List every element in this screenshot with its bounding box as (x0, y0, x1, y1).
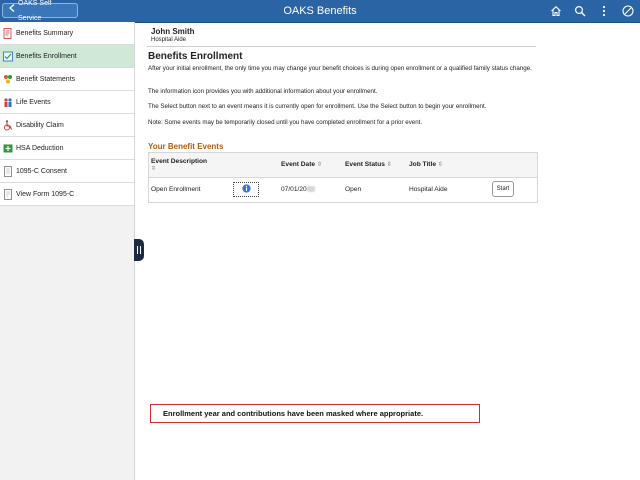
hsa-icon (3, 142, 13, 154)
job-title-cell: Hospital Aide (409, 186, 448, 193)
info-icon (241, 184, 251, 195)
home-icon[interactable] (550, 5, 562, 17)
actions-menu-icon[interactable] (598, 5, 610, 17)
chevron-left-icon (9, 3, 15, 18)
sidebar-item-label: Benefit Statements (16, 75, 76, 83)
info-button[interactable] (233, 182, 259, 197)
benefits-enrollment-icon (3, 50, 13, 62)
sort-icon: ⇳ (316, 162, 322, 168)
start-button[interactable]: Start (492, 181, 514, 197)
sort-icon: ⇳ (386, 162, 392, 168)
note-paragraph: Note: Some events may be temporarily clo… (148, 119, 423, 126)
info-paragraph: The information icon provides you with a… (148, 88, 378, 95)
app-title: OAKS Benefits (283, 5, 357, 17)
section-title: Your Benefit Events (148, 142, 224, 151)
person-job-title: Hospital Aide (151, 37, 187, 43)
disability-icon (3, 119, 13, 131)
event-description: Open Enrollment (151, 186, 201, 193)
event-date: 07/01/20 (281, 186, 315, 193)
sidebar-item-label: View Form 1095-C (16, 190, 75, 198)
divider (147, 46, 536, 47)
form-icon (3, 188, 13, 200)
events-table: Event Description ⇳ Event Date ⇳ Event S… (148, 152, 538, 203)
page-title: Benefits Enrollment (148, 51, 243, 62)
table-header: Event Description ⇳ Event Date ⇳ Event S… (149, 153, 537, 178)
person-banner: John Smith Hospital Aide (145, 22, 540, 43)
select-paragraph: The Select button next to an event means… (148, 103, 487, 110)
sidebar-nav: Benefits Summary Benefits Enrollment Ben… (0, 22, 135, 480)
event-status: Open (345, 186, 362, 193)
sidebar-item-label: 1095-C Consent (16, 167, 67, 175)
life-events-icon (3, 96, 13, 108)
sidebar-item-life-events[interactable]: Life Events (0, 91, 134, 114)
col-header-description[interactable]: Event Description ⇳ (151, 158, 207, 172)
search-icon[interactable] (574, 5, 586, 17)
sort-icon: ⇳ (151, 166, 157, 172)
sidebar-item-label: Life Events (16, 98, 51, 106)
sidebar-item-hsa-deduction[interactable]: HSA Deduction (0, 137, 134, 160)
table-row: Open Enrollment 07/01/20 Open Hospital A… (149, 178, 537, 202)
sidebar-item-benefits-enrollment[interactable]: Benefits Enrollment (0, 45, 134, 68)
sidebar-item-label: Disability Claim (16, 121, 64, 129)
col-header-job-title[interactable]: Job Title ⇳ (409, 161, 443, 168)
person-name: John Smith (151, 27, 195, 36)
sidebar-item-benefits-summary[interactable]: Benefits Summary (0, 22, 134, 45)
intro-paragraph: After your initial enrollment, the only … (148, 65, 532, 72)
app-header: OAKS Benefits OAKS Self Service (0, 0, 640, 23)
sidebar-item-label: HSA Deduction (16, 144, 64, 152)
sidebar-collapse-handle[interactable] (134, 239, 144, 261)
main-content: John Smith Hospital Aide Benefits Enroll… (145, 22, 540, 203)
document-icon (3, 165, 13, 177)
sidebar-item-label: Benefits Summary (16, 29, 74, 37)
benefits-summary-icon (3, 27, 13, 39)
sidebar-item-view-form-1095c[interactable]: View Form 1095-C (0, 183, 134, 206)
masked-year (306, 186, 315, 193)
col-header-date[interactable]: Event Date ⇳ (281, 161, 322, 168)
sort-icon: ⇳ (437, 162, 443, 168)
back-button[interactable]: OAKS Self Service (2, 0, 78, 22)
sidebar-item-label: Benefits Enrollment (16, 52, 77, 60)
benefit-statements-icon (3, 73, 13, 85)
navbar-icon[interactable] (622, 5, 634, 17)
col-header-status[interactable]: Event Status ⇳ (345, 161, 392, 168)
sidebar-item-disability-claim[interactable]: Disability Claim (0, 114, 134, 137)
sidebar-item-1095c-consent[interactable]: 1095-C Consent (0, 160, 134, 183)
masking-notice: Enrollment year and contributions have b… (150, 404, 480, 423)
sidebar-item-benefit-statements[interactable]: Benefit Statements (0, 68, 134, 91)
